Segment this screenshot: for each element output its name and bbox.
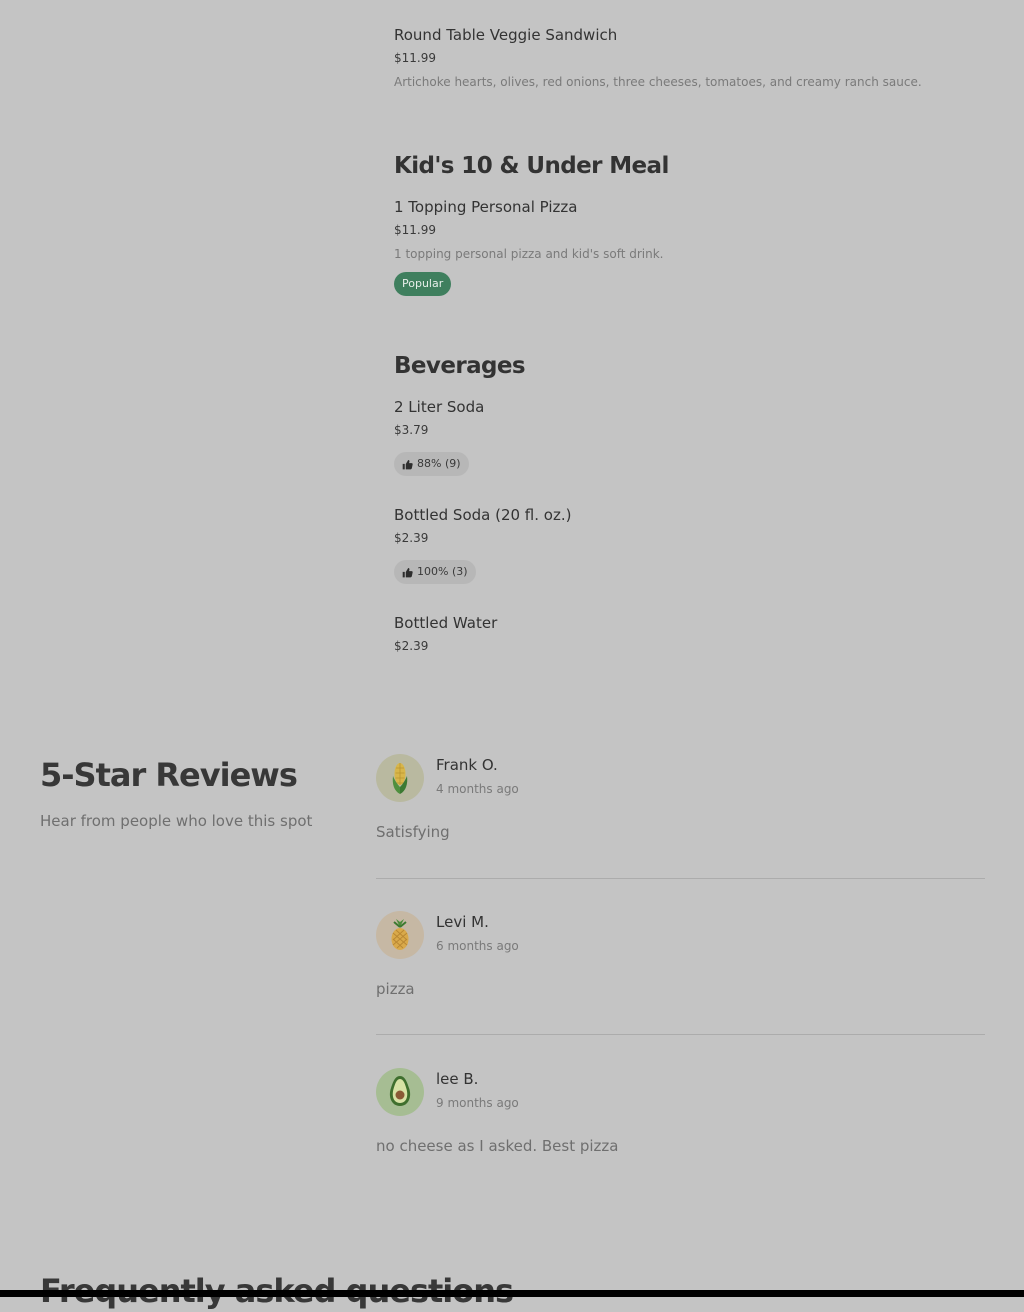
menu-item-description: 1 topping personal pizza and kid's soft … <box>394 247 664 261</box>
thumbs-up-icon <box>402 459 413 470</box>
review-text: Satisfying <box>376 823 450 841</box>
menu-item-description: Artichoke hearts, olives, red onions, th… <box>394 75 922 89</box>
menu-item-personal-pizza[interactable]: 1 Topping Personal Pizza $11.99 1 toppin… <box>394 197 994 296</box>
menu-item-name: Bottled Water <box>394 614 498 632</box>
menu-item-name: Round Table Veggie Sandwich <box>394 26 618 44</box>
review-divider <box>376 878 985 879</box>
avatar <box>376 754 424 802</box>
reviewer-name: Frank O. <box>436 756 498 774</box>
menu-item-bottled-soda[interactable]: Bottled Soda (20 fl. oz.) $2.39 100% (3) <box>394 505 994 584</box>
corn-icon <box>376 754 424 802</box>
review-date: 6 months ago <box>436 939 519 953</box>
review-divider <box>376 1034 985 1035</box>
review-text: pizza <box>376 980 415 998</box>
avocado-icon <box>376 1068 424 1116</box>
menu-item-price: $11.99 <box>394 223 436 237</box>
reviewer-name: Levi M. <box>436 913 489 931</box>
menu-item-bottled-water[interactable]: Bottled Water $2.39 <box>394 613 994 653</box>
menu-item-price: $11.99 <box>394 51 436 65</box>
avatar <box>376 1068 424 1116</box>
menu-item-name: Bottled Soda (20 fl. oz.) <box>394 506 572 524</box>
popular-badge: Popular <box>394 272 452 296</box>
rating-badge: 88% (9) <box>394 452 469 476</box>
review-text: no cheese as I asked. Best pizza <box>376 1137 619 1155</box>
menu-item-veggie-sandwich[interactable]: Round Table Veggie Sandwich $11.99 Artic… <box>394 25 994 89</box>
menu-item-price: $3.79 <box>394 423 429 437</box>
menu-item-price: $2.39 <box>394 639 429 653</box>
menu-item-name: 1 Topping Personal Pizza <box>394 198 578 216</box>
reviews-subtitle: Hear from people who love this spot <box>40 812 313 830</box>
reviewer-name: lee B. <box>436 1070 479 1088</box>
avatar <box>376 911 424 959</box>
section-title-beverages: Beverages <box>394 353 526 379</box>
review-date: 4 months ago <box>436 782 519 796</box>
menu-item-2-liter-soda[interactable]: 2 Liter Soda $3.79 88% (9) <box>394 397 994 476</box>
section-title-kids: Kid's 10 & Under Meal <box>394 153 669 179</box>
review-date: 9 months ago <box>436 1096 519 1110</box>
rating-text: 100% (3) <box>417 565 468 578</box>
thumbs-up-icon <box>402 567 413 578</box>
menu-item-name: 2 Liter Soda <box>394 398 485 416</box>
reviews-heading: 5-Star Reviews <box>40 756 298 794</box>
bottom-bar <box>0 1290 1024 1297</box>
rating-text: 88% (9) <box>417 457 461 470</box>
menu-item-price: $2.39 <box>394 531 429 545</box>
pineapple-icon <box>376 911 424 959</box>
rating-badge: 100% (3) <box>394 560 476 584</box>
